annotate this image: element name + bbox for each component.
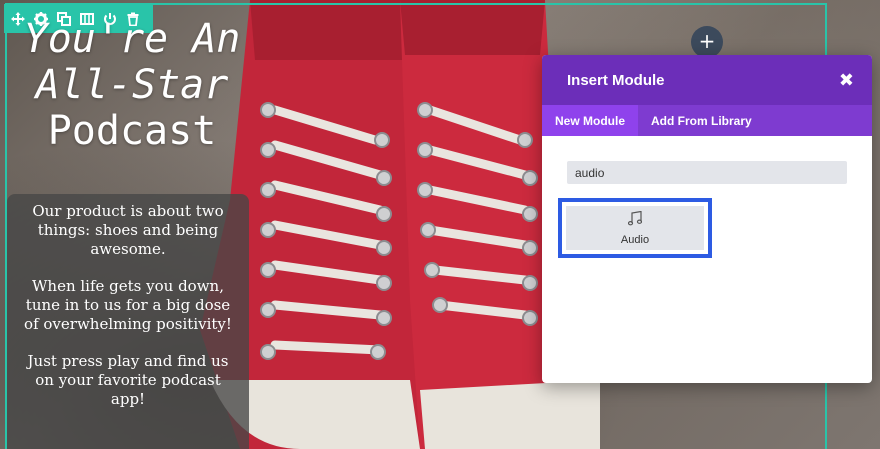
headline-line-3: Podcast <box>47 108 217 154</box>
module-label: Audio <box>620 233 650 246</box>
module-result-audio[interactable]: Audio <box>558 198 712 258</box>
insert-module-modal: Insert Module ✖ New Module Add From Libr… <box>542 55 872 383</box>
modal-title: Insert Module <box>567 71 665 89</box>
tab-new-module[interactable]: New Module <box>542 105 639 136</box>
paragraph: When life gets you down, tune in to us f… <box>24 277 232 333</box>
paragraph: Just press play and find us on your favo… <box>27 352 229 408</box>
headline-line-2: All-Star <box>35 62 229 108</box>
module-tile-inner[interactable]: Audio <box>566 206 704 250</box>
modal-body: Audio <box>542 136 872 258</box>
tab-add-from-library[interactable]: Add From Library <box>638 105 765 136</box>
paragraph: Our product is about two things: shoes a… <box>32 202 224 258</box>
add-module-button[interactable]: + <box>691 26 723 58</box>
headline-line-1: You're An <box>23 16 241 62</box>
modal-tabs: New Module Add From Library <box>542 105 872 136</box>
module-search-input[interactable] <box>567 161 847 184</box>
music-note-icon <box>627 210 643 230</box>
close-icon[interactable]: ✖ <box>839 70 854 91</box>
page-headline: You're An All-Star Podcast <box>12 16 252 154</box>
modal-header: Insert Module ✖ <box>542 55 872 105</box>
text-module: Our product is about two things: shoes a… <box>7 194 249 449</box>
